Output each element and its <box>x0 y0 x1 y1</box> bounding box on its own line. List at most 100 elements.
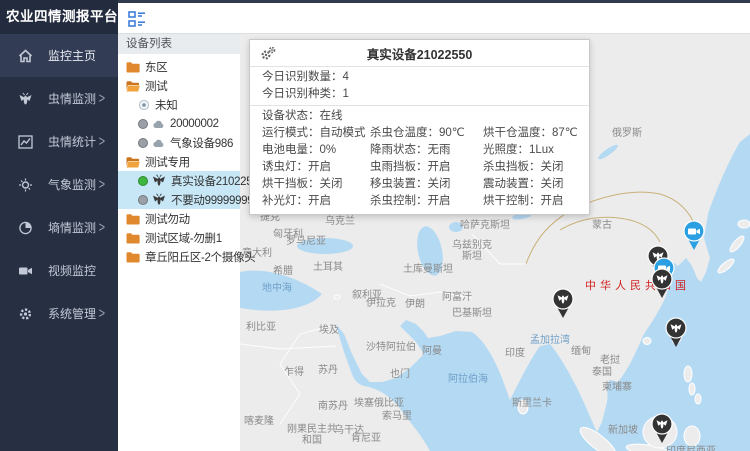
sidebar-item-label: 虫情监测 <box>48 90 96 107</box>
tree-folder-0[interactable]: 东区 <box>118 57 240 76</box>
status-dot-green <box>138 176 148 186</box>
popup-grid-cell: 杀虫控制：开启 <box>370 193 483 210</box>
device-tree: 东区测试未知 20000002 气象设备986 测试专用真实设备21022550不要动… <box>118 54 240 266</box>
device-status-row: 设备状态：在线 <box>250 106 589 125</box>
tree-device-2[interactable]: 未知 <box>118 95 240 114</box>
tree-item-label: 测试 <box>145 78 167 94</box>
status-dot-gray <box>138 195 148 205</box>
folder-icon <box>126 251 140 263</box>
moth-icon <box>152 193 166 206</box>
popup-grid-cell: 杀虫仓温度：90℃ <box>370 125 483 142</box>
insect-device-marker-pin[interactable] <box>664 317 688 348</box>
sidebar-item-5[interactable]: 视频监控 <box>0 249 118 292</box>
chevron-right-icon: > <box>99 91 105 107</box>
sidebar-item-label: 气象监测 <box>48 176 96 193</box>
tree-device-6[interactable]: 真实设备21022550 <box>118 171 240 190</box>
popup-grid-cell: 光照度：1Lux <box>483 142 591 159</box>
tree-item-label: 测试区域-勿删1 <box>145 230 222 246</box>
sidebar-item-label: 监控主页 <box>48 47 96 64</box>
chevron-right-icon: > <box>99 134 105 150</box>
popup-grid-cell: 运行模式：自动模式 <box>262 125 370 142</box>
tree-device-3[interactable]: 20000002 <box>118 114 240 133</box>
tree-device-4[interactable]: 气象设备986 <box>118 133 240 152</box>
topbar <box>118 3 750 34</box>
tree-item-label: 测试勿动 <box>145 211 190 227</box>
device-panel-header: 设备列表 <box>118 34 240 54</box>
popup-grid-cell: 杀虫挡板：关闭 <box>483 159 591 176</box>
popup-grid-cell: 补光灯：开启 <box>262 193 370 210</box>
sidebar-item-label: 墒情监测 <box>48 219 96 236</box>
folder-icon <box>126 61 140 73</box>
popup-grid-cell: 诱虫灯：开启 <box>262 159 370 176</box>
folder-icon <box>126 232 140 244</box>
sidebar-item-6[interactable]: 系统管理> <box>0 292 118 335</box>
settings-gears-icon[interactable] <box>260 46 276 64</box>
tree-folder-5[interactable]: 测试专用 <box>118 152 240 171</box>
app-title: 农业四情测报平台 <box>0 0 118 34</box>
popup-grid-cell: 烘干仓温度：87℃ <box>483 125 591 142</box>
insect-device-marker-pin[interactable] <box>551 288 575 319</box>
sidebar-item-label: 视频监控 <box>48 262 96 279</box>
sidebar-item-2[interactable]: 虫情统计> <box>0 120 118 163</box>
sidebar-item-label: 虫情统计 <box>48 133 96 150</box>
home-icon <box>17 48 33 64</box>
tree-item-label: 气象设备986 <box>170 135 233 151</box>
popup-stat-row: 今日识别数量：4 <box>250 69 589 86</box>
cloud-icon <box>152 119 165 129</box>
popup-stats: 今日识别数量：4今日识别种类：1 <box>250 67 589 106</box>
sidebar-item-3[interactable]: 气象监测> <box>0 163 118 206</box>
popup-header: 真实设备21022550 <box>250 40 589 67</box>
sidebar-item-label: 系统管理 <box>48 305 96 322</box>
tree-item-label: 20000002 <box>170 118 219 130</box>
tree-folder-1[interactable]: 测试 <box>118 76 240 95</box>
bug-icon <box>17 91 33 107</box>
popup-grid-cell: 烘干控制：开启 <box>483 193 591 210</box>
status-label: 设备状态 <box>262 110 308 122</box>
popup-grid: 运行模式：自动模式杀虫仓温度：90℃烘干仓温度：87℃ 电池电量：0%降雨状态：无… <box>250 125 589 214</box>
tree-item-label: 不要动99999999 <box>171 192 253 208</box>
tree-folder-9[interactable]: 测试区域-勿删1 <box>118 228 240 247</box>
radio-icon <box>138 99 150 111</box>
chevron-right-icon: > <box>99 306 105 322</box>
weather-icon <box>17 177 33 193</box>
popup-grid-cell: 降雨状态：无雨 <box>370 142 483 159</box>
sidebar-nav: 监控主页虫情监测>虫情统计>气象监测>墒情监测>视频监控系统管理> <box>0 34 118 335</box>
panel-toggle-icon[interactable] <box>127 9 147 29</box>
tree-item-label: 未知 <box>155 97 177 113</box>
popup-grid-cell: 震动装置：关闭 <box>483 176 591 193</box>
gear-icon <box>17 306 33 322</box>
camera-marker-pin[interactable] <box>682 220 706 251</box>
tree-item-label: 章丘阳丘区-2个摄像头 <box>145 249 255 265</box>
moisture-icon <box>17 220 33 236</box>
folder-open-icon <box>126 80 140 92</box>
video-icon <box>17 263 33 279</box>
folder-icon <box>126 213 140 225</box>
status-dot-gray <box>138 119 148 129</box>
map-canvas[interactable]: 俄罗斯蒙古中华人民共和国哈萨克斯坦乌克兰捷克匈牙利罗马尼亚意大利希腊地中海土耳其… <box>240 34 750 451</box>
popup-grid-cell: 电池电量：0% <box>262 142 370 159</box>
app-window: 农业四情测报平台 监控主页虫情监测>虫情统计>气象监测>墒情监测>视频监控系统管… <box>0 0 750 451</box>
sidebar-item-4[interactable]: 墒情监测> <box>0 206 118 249</box>
tree-device-7[interactable]: 不要动99999999 <box>118 190 240 209</box>
status-value: 在线 <box>320 110 343 122</box>
sidebar-item-1[interactable]: 虫情监测> <box>0 77 118 120</box>
device-panel: 设备列表 东区测试未知 20000002 气象设备986 测试专用真实设备210225… <box>118 34 240 451</box>
chevron-right-icon: > <box>99 220 105 236</box>
chart-icon <box>17 134 33 150</box>
popup-grid-cell: 烘干挡板：关闭 <box>262 176 370 193</box>
popup-grid-cell: 移虫装置：关闭 <box>370 176 483 193</box>
insect-device-marker-pin[interactable] <box>650 413 674 444</box>
tree-folder-10[interactable]: 章丘阳丘区-2个摄像头 <box>118 247 240 266</box>
tree-folder-8[interactable]: 测试勿动 <box>118 209 240 228</box>
cloud-icon <box>152 138 165 148</box>
colon: ： <box>308 110 320 122</box>
folder-open-icon <box>126 156 140 168</box>
tree-item-label: 测试专用 <box>145 154 190 170</box>
tree-item-label: 东区 <box>145 59 167 75</box>
sidebar: 农业四情测报平台 监控主页虫情监测>虫情统计>气象监测>墒情监测>视频监控系统管… <box>0 0 118 451</box>
device-info-popup: 真实设备21022550 今日识别数量：4今日识别种类：1 设备状态：在线 运行… <box>249 39 590 215</box>
popup-device-title: 真实设备21022550 <box>367 44 473 63</box>
sidebar-item-0[interactable]: 监控主页 <box>0 34 118 77</box>
insect-device-marker-pin[interactable] <box>650 268 674 299</box>
popup-grid-cell: 虫雨挡板：开启 <box>370 159 483 176</box>
